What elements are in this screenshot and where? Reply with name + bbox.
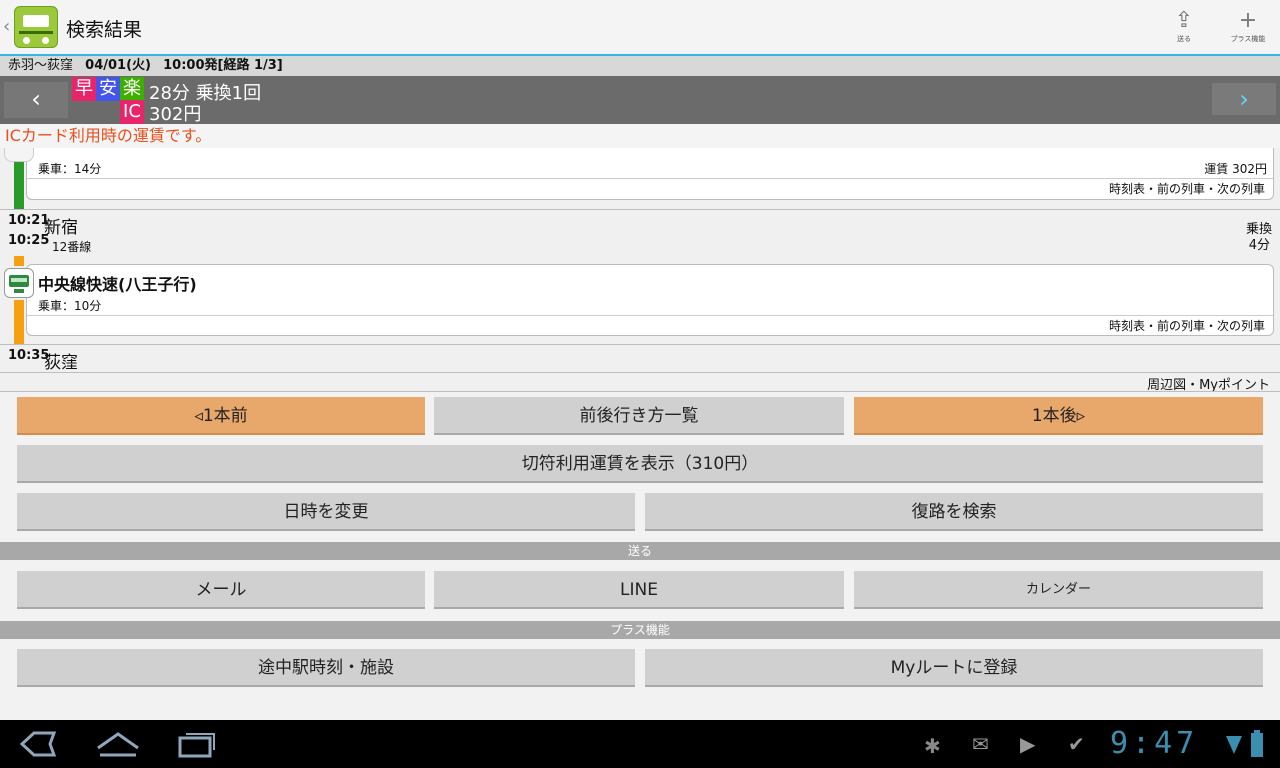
- plus-label: プラス機能: [1230, 35, 1266, 43]
- seg1-fare: 運賃 302円: [1204, 162, 1267, 176]
- signal-icon: [1224, 732, 1244, 760]
- route-depart: 10:00発[経路 1/3]: [163, 58, 283, 73]
- battery-icon: [1250, 730, 1264, 762]
- seg1-timetable-links[interactable]: 時刻表・前の列車・次の列車: [1109, 180, 1265, 197]
- segment-card-1[interactable]: 乗車：14分 運賃 302円 時刻表・前の列車・次の列車: [26, 148, 1274, 200]
- change-datetime-button[interactable]: 日時を変更: [17, 493, 635, 531]
- train-icon: [4, 268, 34, 298]
- share-button[interactable]: ⇪ 送る: [1160, 8, 1208, 48]
- badge-cheapest: 安: [96, 77, 120, 101]
- plus-icon: +: [1238, 8, 1258, 33]
- seg2-line-name: 中央線快速(八王子行): [38, 275, 197, 294]
- system-clock: 9:47: [1110, 726, 1199, 761]
- ticket-fare-button[interactable]: 切符利用運賃を表示（310円）: [17, 445, 1263, 483]
- summary-fare: 302円: [149, 104, 202, 125]
- dest-station[interactable]: 荻窪: [44, 348, 78, 373]
- prev-route-button[interactable]: ‹: [4, 82, 68, 118]
- line-color-orange-lower: [14, 300, 24, 344]
- next-route-button[interactable]: ›: [1212, 83, 1276, 115]
- play-store-icon: ▶: [1020, 732, 1036, 756]
- ic-fare-notice: ICカード利用時の運賃です。: [0, 124, 1280, 148]
- midway-station-button[interactable]: 途中駅時刻・施設: [17, 649, 635, 687]
- next-train-button[interactable]: 1本後▹: [854, 397, 1263, 435]
- home-nav-icon[interactable]: [96, 728, 140, 766]
- return-route-button[interactable]: 復路を検索: [645, 493, 1263, 531]
- badge-fastest: 早: [72, 77, 96, 101]
- route-list-button[interactable]: 前後行き方一覧: [434, 397, 844, 435]
- transfer-minutes: 4分: [1248, 238, 1270, 253]
- line-color-orange: [14, 256, 24, 266]
- plus-function-button[interactable]: + プラス機能: [1224, 8, 1272, 48]
- segment-card-2[interactable]: 中央線快速(八王子行) 乗車：10分 時刻表・前の列車・次の列車: [26, 264, 1274, 336]
- line-button[interactable]: LINE: [434, 571, 844, 609]
- prev-train-button[interactable]: ◃1本前: [17, 397, 425, 435]
- page-title: 検索結果: [66, 19, 143, 41]
- calendar-button[interactable]: カレンダー: [854, 571, 1263, 609]
- badge-ic: IC: [120, 100, 144, 124]
- route-stations: 赤羽〜荻窪: [8, 58, 74, 73]
- debug-bug-icon: ✱: [924, 734, 941, 758]
- section-plus: プラス機能: [0, 621, 1280, 639]
- train-app-icon[interactable]: [14, 6, 58, 48]
- faded-train-icon: [4, 148, 34, 162]
- back-chevron-icon[interactable]: ‹: [3, 16, 10, 37]
- seg2-ride-time: 乗車：10分: [38, 299, 102, 313]
- route-header: 赤羽〜荻窪 04/01(火) 10:00発[経路 1/3]: [0, 56, 1280, 76]
- recent-apps-icon[interactable]: [176, 728, 218, 766]
- transfer-station[interactable]: 新宿: [44, 213, 78, 238]
- share-icon: ⇪: [1174, 8, 1194, 33]
- action-bar: [0, 0, 1280, 56]
- badge-easiest: 楽: [120, 77, 144, 101]
- market-bag-icon: ✔: [1068, 732, 1085, 756]
- mail-button[interactable]: メール: [17, 571, 425, 609]
- seg2-timetable-links[interactable]: 時刻表・前の列車・次の列車: [1109, 317, 1265, 334]
- seg1-ride-time: 乗車：14分: [38, 162, 102, 176]
- my-route-button[interactable]: Myルートに登録: [645, 649, 1263, 687]
- back-nav-icon[interactable]: [18, 728, 58, 766]
- ic-fare-notice-text: ICカード利用時の運賃です。: [5, 126, 212, 145]
- transfer-platform: 12番線: [52, 240, 92, 254]
- gmail-icon: ✉: [972, 732, 989, 756]
- share-label: 送る: [1177, 35, 1191, 43]
- route-date: 04/01(火): [85, 58, 151, 73]
- section-send: 送る: [0, 542, 1280, 560]
